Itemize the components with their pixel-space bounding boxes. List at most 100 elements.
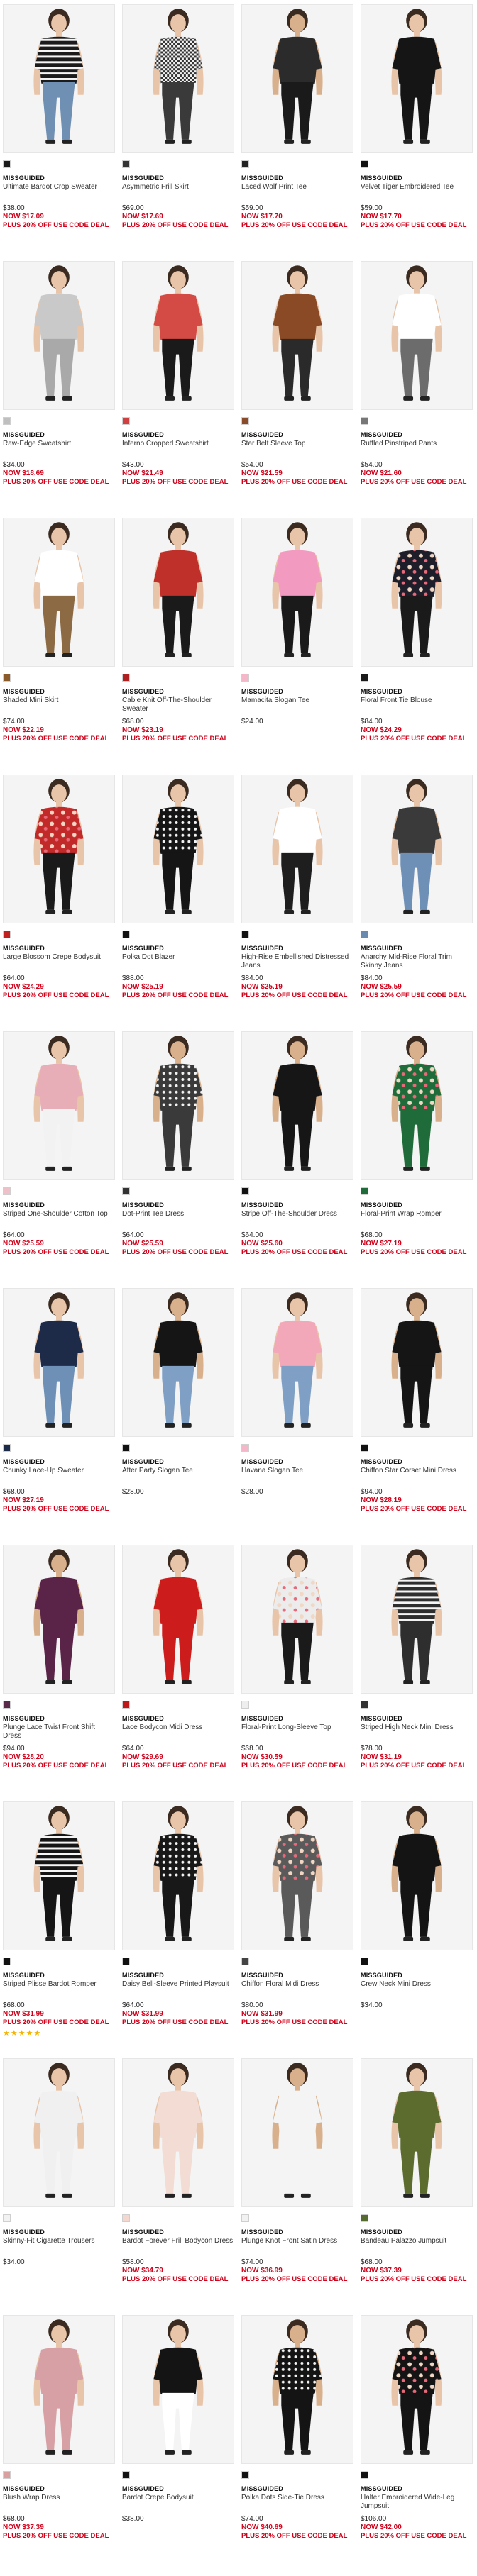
product-card[interactable]: MISSGUIDED Asymmetric Frill Skirt $69.00…	[122, 4, 234, 261]
product-image[interactable]	[122, 1288, 234, 1437]
color-swatch[interactable]	[3, 1443, 11, 1452]
product-image[interactable]	[3, 261, 115, 410]
color-swatch[interactable]	[3, 1700, 11, 1709]
product-image[interactable]	[122, 2315, 234, 2464]
color-swatch[interactable]	[122, 160, 130, 168]
color-swatch[interactable]	[241, 1443, 249, 1452]
color-swatch[interactable]	[3, 1187, 11, 1195]
product-name[interactable]: Havana Slogan Tee	[241, 1467, 353, 1484]
color-swatch[interactable]	[122, 1443, 130, 1452]
product-card[interactable]: MISSGUIDED Chiffon Star Corset Mini Dres…	[361, 1288, 473, 1545]
product-card[interactable]: MISSGUIDED Bardot Forever Frill Bodycon …	[122, 2058, 234, 2315]
product-name[interactable]: Floral Front Tie Blouse	[361, 696, 473, 714]
color-swatch[interactable]	[361, 416, 368, 425]
color-swatch[interactable]	[3, 416, 11, 425]
color-swatch[interactable]	[241, 673, 249, 682]
product-card[interactable]: MISSGUIDED Shaded Mini Skirt $74.00 NOW …	[3, 518, 115, 775]
product-image[interactable]	[361, 2058, 473, 2207]
product-card[interactable]: MISSGUIDED Crew Neck Mini Dress $34.00	[361, 1801, 473, 2058]
product-image[interactable]	[3, 775, 115, 923]
product-image[interactable]	[3, 1545, 115, 1694]
color-swatch[interactable]	[361, 930, 368, 938]
product-card[interactable]: MISSGUIDED Cable Knit Off-The-Shoulder S…	[122, 518, 234, 775]
color-swatch[interactable]	[241, 160, 249, 168]
product-name[interactable]: Halter Embroidered Wide-Leg Jumpsuit	[361, 2494, 473, 2511]
product-card[interactable]: MISSGUIDED Dot-Print Tee Dress $64.00 NO…	[122, 1031, 234, 1288]
product-name[interactable]: Daisy Bell-Sleeve Printed Playsuit	[122, 1980, 234, 1997]
product-image[interactable]	[241, 2315, 353, 2464]
product-card[interactable]: MISSGUIDED Raw-Edge Sweatshirt $34.00 NO…	[3, 261, 115, 518]
color-swatch[interactable]	[241, 2214, 249, 2222]
product-image[interactable]	[361, 1801, 473, 1950]
product-card[interactable]: MISSGUIDED Striped High Neck Mini Dress …	[361, 1545, 473, 1801]
product-image[interactable]	[3, 2315, 115, 2464]
color-swatch[interactable]	[3, 160, 11, 168]
product-card[interactable]: MISSGUIDED Inferno Cropped Sweatshirt $4…	[122, 261, 234, 518]
product-image[interactable]	[241, 1288, 353, 1437]
product-image[interactable]	[122, 518, 234, 667]
product-card[interactable]: MISSGUIDED Blush Wrap Dress $68.00 NOW $…	[3, 2315, 115, 2572]
product-card[interactable]: MISSGUIDED Lace Bodycon Midi Dress $64.0…	[122, 1545, 234, 1801]
product-image[interactable]	[122, 261, 234, 410]
product-name[interactable]: Lace Bodycon Midi Dress	[122, 1723, 234, 1741]
color-swatch[interactable]	[241, 416, 249, 425]
color-swatch[interactable]	[122, 1187, 130, 1195]
product-image[interactable]	[361, 518, 473, 667]
product-name[interactable]: Floral-Print Long-Sleeve Top	[241, 1723, 353, 1741]
product-card[interactable]: MISSGUIDED Laced Wolf Print Tee $59.00 N…	[241, 4, 353, 261]
product-card[interactable]: MISSGUIDED Large Blossom Crepe Bodysuit …	[3, 775, 115, 1031]
product-image[interactable]	[3, 1031, 115, 1180]
color-swatch[interactable]	[241, 1957, 249, 1965]
color-swatch[interactable]	[361, 1187, 368, 1195]
color-swatch[interactable]	[122, 416, 130, 425]
product-image[interactable]	[3, 1801, 115, 1950]
product-card[interactable]: MISSGUIDED Mamacita Slogan Tee $24.00	[241, 518, 353, 775]
product-name[interactable]: Star Belt Sleeve Top	[241, 440, 353, 457]
product-name[interactable]: Cable Knit Off-The-Shoulder Sweater	[122, 696, 234, 714]
product-card[interactable]: MISSGUIDED Polka Dot Blazer $88.00 NOW $…	[122, 775, 234, 1031]
product-image[interactable]	[122, 775, 234, 923]
product-name[interactable]: Chunky Lace-Up Sweater	[3, 1467, 115, 1484]
product-name[interactable]: Chiffon Floral Midi Dress	[241, 1980, 353, 1997]
product-name[interactable]: Velvet Tiger Embroidered Tee	[361, 183, 473, 200]
color-swatch[interactable]	[3, 2470, 11, 2479]
product-image[interactable]	[241, 775, 353, 923]
color-swatch[interactable]	[241, 930, 249, 938]
product-card[interactable]: MISSGUIDED High-Rise Embellished Distres…	[241, 775, 353, 1031]
product-image[interactable]	[361, 1545, 473, 1694]
color-swatch[interactable]	[361, 2214, 368, 2222]
color-swatch[interactable]	[122, 1700, 130, 1709]
product-image[interactable]	[241, 261, 353, 410]
product-card[interactable]: MISSGUIDED Polka Dots Side-Tie Dress $74…	[241, 2315, 353, 2572]
product-name[interactable]: High-Rise Embellished Distressed Jeans	[241, 953, 353, 970]
product-image[interactable]	[361, 1288, 473, 1437]
product-card[interactable]: MISSGUIDED Stripe Off-The-Shoulder Dress…	[241, 1031, 353, 1288]
product-name[interactable]: Plunge Lace Twist Front Shift Dress	[3, 1723, 115, 1741]
product-image[interactable]	[122, 1801, 234, 1950]
product-card[interactable]: MISSGUIDED Plunge Lace Twist Front Shift…	[3, 1545, 115, 1801]
product-card[interactable]: MISSGUIDED Daisy Bell-Sleeve Printed Pla…	[122, 1801, 234, 2058]
color-swatch[interactable]	[361, 2470, 368, 2479]
product-name[interactable]: Large Blossom Crepe Bodysuit	[3, 953, 115, 970]
product-card[interactable]: MISSGUIDED Ruffled Pinstriped Pants $54.…	[361, 261, 473, 518]
color-swatch[interactable]	[3, 1957, 11, 1965]
color-swatch[interactable]	[241, 1700, 249, 1709]
color-swatch[interactable]	[122, 673, 130, 682]
product-image[interactable]	[3, 518, 115, 667]
product-image[interactable]	[122, 2058, 234, 2207]
product-card[interactable]: MISSGUIDED Halter Embroidered Wide-Leg J…	[361, 2315, 473, 2572]
product-image[interactable]	[361, 2315, 473, 2464]
product-card[interactable]: MISSGUIDED Chiffon Floral Midi Dress $80…	[241, 1801, 353, 2058]
product-name[interactable]: Ruffled Pinstriped Pants	[361, 440, 473, 457]
color-swatch[interactable]	[361, 160, 368, 168]
product-name[interactable]: Striped Plisse Bardot Romper	[3, 1980, 115, 1997]
color-swatch[interactable]	[3, 930, 11, 938]
product-name[interactable]: Striped High Neck Mini Dress	[361, 1723, 473, 1741]
product-name[interactable]: Asymmetric Frill Skirt	[122, 183, 234, 200]
color-swatch[interactable]	[122, 2214, 130, 2222]
product-name[interactable]: Floral-Print Wrap Romper	[361, 1210, 473, 1227]
product-name[interactable]: Inferno Cropped Sweatshirt	[122, 440, 234, 457]
product-card[interactable]: MISSGUIDED Chunky Lace-Up Sweater $68.00…	[3, 1288, 115, 1545]
product-card[interactable]: MISSGUIDED Floral Front Tie Blouse $84.0…	[361, 518, 473, 775]
color-swatch[interactable]	[241, 1187, 249, 1195]
